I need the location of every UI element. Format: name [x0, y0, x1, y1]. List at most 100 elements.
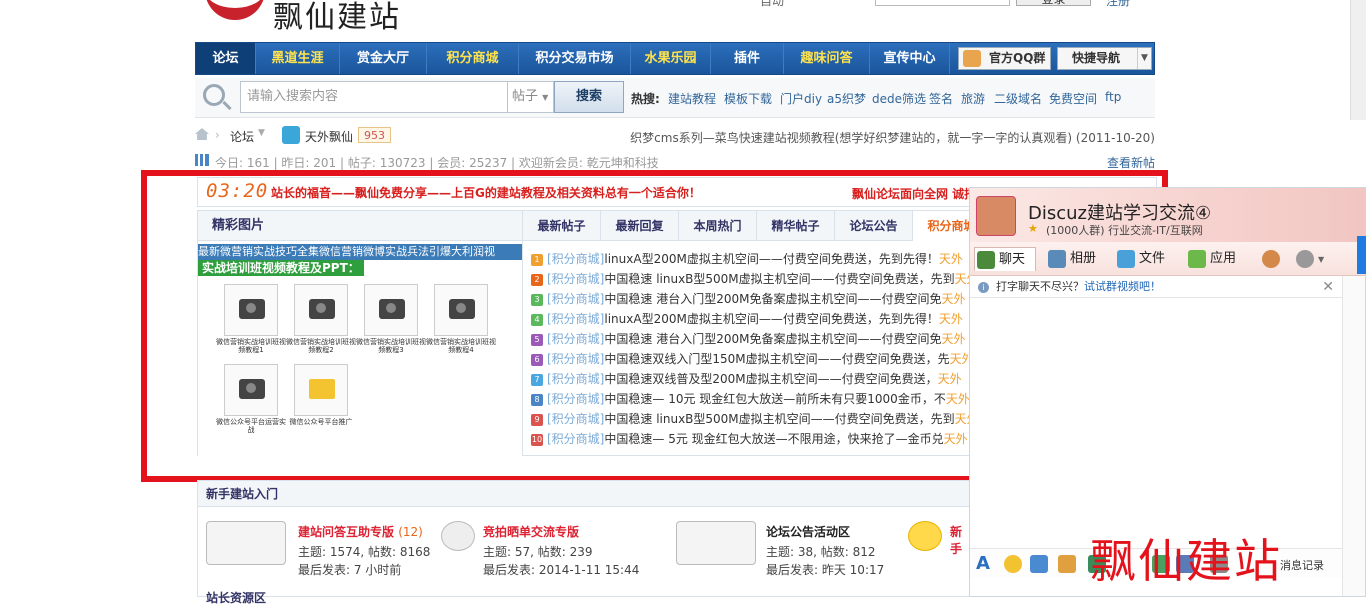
shake-icon[interactable] [1030, 555, 1048, 573]
forum-name[interactable]: 建站问答互助专版 (12) [298, 523, 423, 540]
nav-item-forum[interactable]: 论坛 [196, 43, 256, 74]
tab-album[interactable]: 相册 [1046, 247, 1108, 271]
tab-chat[interactable]: 聊天 [974, 247, 1036, 271]
nav-item-points-mall[interactable]: 积分商城 [427, 43, 519, 74]
auto-login-label: 自动 [760, 0, 785, 8]
search-input[interactable]: 请输入搜索内容 [240, 81, 508, 113]
chat-toolbar: 聊天 相册 文件 应用 ▼ [970, 242, 1365, 276]
newbie-section: 新手建站入门 建站问答互助专版 (12) 主题: 1574, 帖数: 8168 … [197, 480, 970, 605]
nav-item-quiz[interactable]: 趣味问答 [784, 43, 870, 74]
close-icon[interactable]: ✕ [1322, 276, 1334, 298]
album-icon [1048, 250, 1066, 268]
hot-word[interactable]: a5织梦 [827, 90, 866, 107]
tab-apps[interactable]: 应用 [1186, 247, 1248, 271]
group-subtitle: (1000人群) 行业交流-IT/互联网 [1046, 224, 1203, 237]
hot-word[interactable]: 门户diy [780, 90, 822, 107]
quick-nav-button[interactable]: 快捷导航 ▼ [1057, 47, 1152, 70]
next-section-title[interactable]: 站长资源区 [206, 589, 266, 606]
chat-tip: i 打字聊天不尽兴？试试群视频吧！ ✕ [970, 276, 1342, 298]
hot-word[interactable]: ftp [1105, 90, 1121, 104]
nav-item-promo[interactable]: 宣传中心 [870, 43, 950, 74]
caret-down-icon: ▼ [542, 93, 549, 102]
handshake-icon [206, 521, 286, 565]
edit-icon[interactable] [1058, 555, 1076, 573]
forum-entry[interactable]: 论坛公告活动区 主题: 38, 帖数: 812 最后发表: 昨天 10:17 [676, 517, 916, 577]
megaphone-icon [676, 521, 756, 565]
chevron-down-icon: ▼ [1318, 255, 1325, 264]
hot-word[interactable]: 模板下载 [724, 90, 772, 107]
forum-last-post: 最后发表: 昨天 10:17 [766, 563, 885, 577]
register-link[interactable]: 注册 [1106, 0, 1130, 9]
forum-last-post: 最后发表: 2014-1-11 15:44 [483, 563, 640, 577]
chevron-down-icon: ▼ [1137, 48, 1151, 69]
tab-files[interactable]: 文件 [1115, 247, 1177, 271]
search-type-select[interactable]: 帖子 ▼ [508, 81, 554, 113]
nav-item-bounty[interactable]: 赏金大厅 [340, 43, 427, 74]
tab-apps-label: 应用 [1210, 251, 1237, 266]
chevron-down-icon: ▼ [258, 128, 265, 138]
main-nav: 论坛 黑道生涯 赏金大厅 积分商城 积分交易市场 水果乐园 插件 趣味问答 宣传… [195, 42, 1155, 75]
nav-item-points-market[interactable]: 积分交易市场 [519, 43, 631, 74]
tab-files-label: 文件 [1139, 251, 1166, 266]
tab-chat-label: 聊天 [999, 252, 1026, 267]
forum-entry[interactable]: 新手 [908, 517, 970, 577]
forum-entry[interactable]: 建站问答互助专版 (12) 主题: 1574, 帖数: 8168 最后发表: 7… [206, 517, 446, 577]
chat-header: Discuz建站学习交流④ ★ (1000人群) 行业交流-IT/互联网 [970, 188, 1365, 242]
search-bar: 请输入搜索内容 帖子 ▼ 搜索 热搜: 建站教程 模板下载 门户diy a5织梦… [195, 78, 1155, 118]
side-panel[interactable] [1342, 276, 1365, 596]
tip-text: 打字聊天不尽兴？ [996, 280, 1084, 293]
view-new-link[interactable]: 查看新帖 [1107, 154, 1155, 171]
group-avatar[interactable] [976, 196, 1016, 236]
forum-stats: 主题: 57, 帖数: 239 [483, 545, 593, 559]
stats-text: 今日: 161 | 昨日: 201 | 帖子: 130723 | 会员: 252… [215, 156, 659, 170]
tab-album-label: 相册 [1070, 251, 1097, 266]
hot-word[interactable]: 签名 [929, 90, 953, 107]
nav-item-plugins[interactable]: 插件 [711, 43, 784, 74]
speech-bubble-icon [441, 521, 475, 551]
breadcrumb: › 论坛 ▼ 天外飘仙 953 织梦cms系列—菜鸟快速建站视频教程(想学好织梦… [195, 125, 1155, 147]
page-scrollbar[interactable] [1350, 0, 1366, 120]
forum-name[interactable]: 竞拍晒单交流专版 [483, 523, 579, 540]
nav-item-fruit[interactable]: 水果乐园 [631, 43, 711, 74]
board-icon [282, 126, 300, 144]
site-logo[interactable]: 飘仙建站 [205, 0, 425, 35]
quick-nav-label: 快捷导航 [1072, 51, 1121, 65]
font-icon[interactable]: A [976, 555, 994, 573]
login-button[interactable]: 登录 [1016, 0, 1091, 6]
hot-word[interactable]: 建站教程 [668, 90, 716, 107]
hot-word[interactable]: 旅游 [961, 90, 985, 107]
settings-button[interactable]: ▼ [1294, 247, 1334, 271]
folder-icon [1117, 250, 1135, 268]
board-count-badge: 953 [358, 127, 391, 143]
section-title[interactable]: 新手建站入门 [198, 481, 969, 507]
emoji-icon[interactable] [1004, 555, 1022, 573]
search-button[interactable]: 搜索 [554, 81, 624, 113]
qq-group-label: 官方QQ群 [989, 51, 1046, 65]
qq-avatar-icon [963, 50, 981, 67]
forum-name[interactable]: 论坛公告活动区 [766, 523, 850, 540]
search-icon [203, 84, 225, 106]
breadcrumb-forum[interactable]: 论坛 [230, 128, 254, 145]
logo-text: 飘仙建站 [273, 0, 401, 35]
message-history-button[interactable]: 消息记录 [1280, 557, 1324, 573]
home-icon[interactable] [195, 128, 209, 140]
hot-word[interactable]: dede筛选 [872, 90, 926, 107]
hot-word[interactable]: 二级域名 [994, 90, 1042, 107]
forum-count: (12) [398, 525, 423, 539]
forum-name[interactable]: 新手 [950, 523, 970, 557]
password-input[interactable] [875, 0, 1010, 6]
headline-news[interactable]: 织梦cms系列—菜鸟快速建站视频教程(想学好织梦建站的，就一字一字的认真观看) … [630, 129, 1155, 146]
top-login: 自动 登录 注册 [760, 0, 1160, 8]
star-icon: ★ [1028, 222, 1038, 235]
hot-word[interactable]: 免费空间 [1049, 90, 1097, 107]
breadcrumb-sep: › [215, 128, 220, 142]
qq-group-button[interactable]: 官方QQ群 [958, 47, 1051, 70]
forum-entry[interactable]: 竞拍晒单交流专版 主题: 57, 帖数: 239 最后发表: 2014-1-11… [441, 517, 681, 577]
forum-stats: 今日: 161 | 昨日: 201 | 帖子: 130723 | 会员: 252… [195, 152, 1155, 170]
side-tab[interactable] [1357, 236, 1366, 274]
add-member-button[interactable] [1260, 247, 1284, 271]
breadcrumb-board[interactable]: 天外飘仙 [305, 128, 353, 145]
apps-icon [1188, 250, 1206, 268]
group-video-link[interactable]: 试试群视频吧！ [1084, 280, 1161, 293]
nav-item-gang[interactable]: 黑道生涯 [256, 43, 340, 74]
